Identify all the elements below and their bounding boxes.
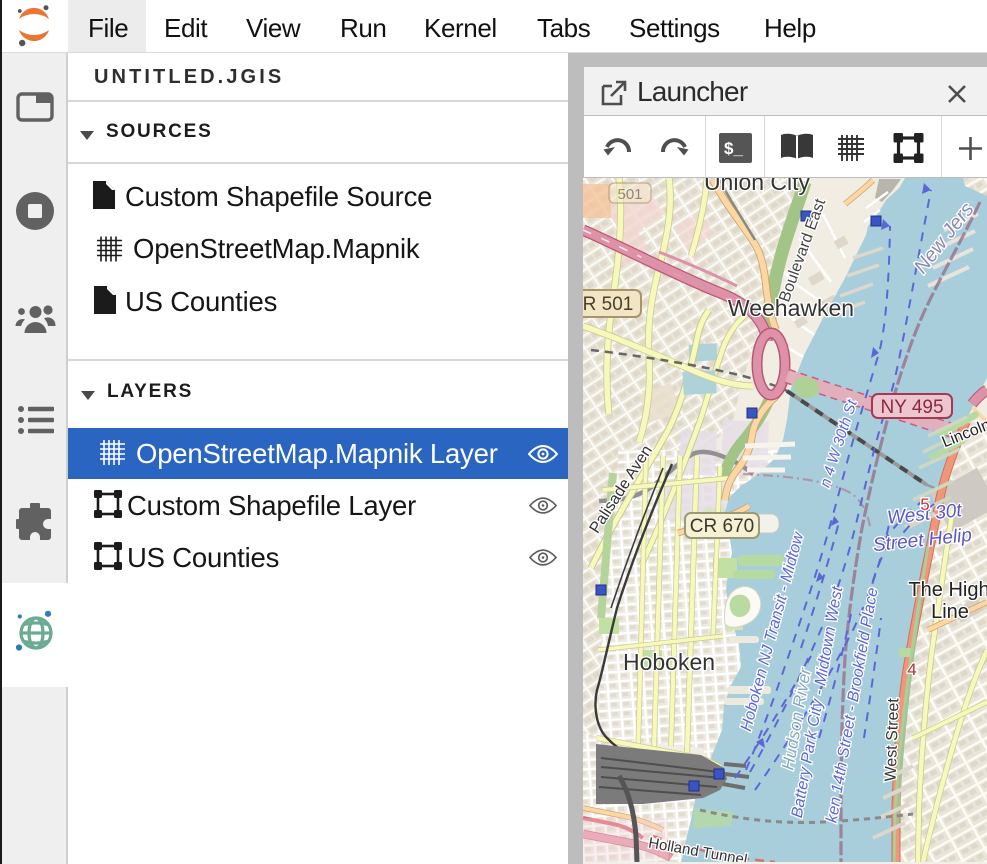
svg-text:NY 495: NY 495 <box>880 397 943 418</box>
svg-text:Hoboken: Hoboken <box>623 649 715 675</box>
svg-text:West Street: West Street <box>883 697 903 781</box>
svg-text:5: 5 <box>920 495 929 514</box>
svg-text:501: 501 <box>617 186 642 203</box>
svg-text:The High: The High <box>908 579 987 601</box>
svg-text:R 501: R 501 <box>583 294 633 315</box>
svg-text:$_: $_ <box>724 139 743 158</box>
svg-text:4: 4 <box>907 660 916 679</box>
svg-text:Union City: Union City <box>704 178 811 195</box>
svg-text:CR 670: CR 670 <box>690 516 754 537</box>
svg-text:Line: Line <box>931 601 969 623</box>
